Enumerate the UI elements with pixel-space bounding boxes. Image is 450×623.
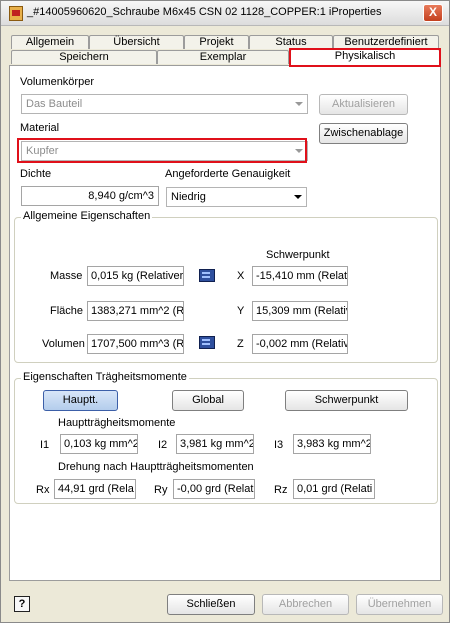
i2-field[interactable]: 3,981 kg mm^2 [176,434,254,454]
abbrechen-button[interactable]: Abbrechen [262,594,349,615]
calculator-icon[interactable] [199,269,215,282]
app-icon [9,6,23,21]
genauigkeit-label: Angeforderte Genauigkeit [165,168,291,180]
volumen-value: 1707,500 mm^3 (R [91,338,184,350]
tab-status[interactable]: Status [249,35,333,49]
masse-label: Masse [50,270,83,282]
hauptt-button[interactable]: Hauptt. [43,390,118,411]
z-value: -0,002 mm (Relativ [256,338,348,350]
drehung-label: Drehung nach Hauptträgheitsmomenten [58,461,254,473]
ry-field[interactable]: -0,00 grd (Relat [173,479,255,499]
iproperties-dialog: _#14005960620_Schraube M6x45 CSN 02 1128… [0,0,450,623]
schwerpunkt-z-field[interactable]: -0,002 mm (Relativ [252,334,348,354]
dichte-label: Dichte [20,168,52,180]
rz-field[interactable]: 0,01 grd (Relati [293,479,375,499]
help-button[interactable]: ? [14,596,30,612]
rx-label: Rx [36,484,50,496]
volumen-label: Volumen [42,338,85,350]
i3-value: 3,983 kg mm^2 [297,438,371,450]
y-label: Y [237,305,245,317]
global-button[interactable]: Global [172,390,244,411]
chevron-down-icon [294,195,302,199]
i3-field[interactable]: 3,983 kg mm^2 [293,434,371,454]
x-value: -15,410 mm (Relati [256,270,348,282]
schwerpunkt-button[interactable]: Schwerpunkt [285,390,408,411]
material-label: Material [20,122,60,134]
i1-value: 0,103 kg mm^2 [64,438,138,450]
tab-benutzerdefiniert[interactable]: Benutzerdefiniert [333,35,439,49]
traegheitsmomente-title: Eigenschaften Trägheitsmomente [21,371,189,383]
uebernehmen-button[interactable]: Übernehmen [356,594,443,615]
tab-uebersicht[interactable]: Übersicht [89,35,184,49]
tab-speichern[interactable]: Speichern [11,50,157,64]
highlight-material [17,138,307,163]
i2-label: I2 [158,439,168,451]
calculator-icon[interactable] [199,336,215,349]
rx-value: 44,91 grd (Rela [58,483,134,495]
genauigkeit-select[interactable]: Niedrig [166,187,307,207]
rz-value: 0,01 grd (Relati [297,483,373,495]
volumenkoerper-label: Volumenkörper [20,76,94,88]
highlight-physikalisch-tab [289,48,441,67]
rx-field[interactable]: 44,91 grd (Rela [54,479,136,499]
tab-exemplar[interactable]: Exemplar [157,50,289,64]
hauptmomente-label: Hauptträgheitsmomente [58,417,176,429]
tab-projekt[interactable]: Projekt [184,35,249,49]
flaeche-field[interactable]: 1383,271 mm^2 (R [87,301,184,321]
dichte-value: 8,940 g/cm^3 [88,190,154,202]
schliessen-button[interactable]: Schließen [167,594,255,615]
schwerpunkt-label: Schwerpunkt [266,249,330,261]
zwischenablage-button[interactable]: Zwischenablage [319,123,408,144]
y-value: 15,309 mm (Relativ [256,305,348,317]
i1-field[interactable]: 0,103 kg mm^2 [60,434,138,454]
ry-label: Ry [154,484,168,496]
volumenkoerper-select[interactable]: Das Bauteil [21,94,308,114]
volumen-field[interactable]: 1707,500 mm^3 (R [87,334,184,354]
ry-value: -0,00 grd (Relat [177,483,254,495]
i1-label: I1 [40,439,50,451]
volumenkoerper-value: Das Bauteil [26,98,83,110]
masse-field[interactable]: 0,015 kg (Relativer [87,266,184,286]
chevron-down-icon [295,102,303,106]
tab-allgemein[interactable]: Allgemein [11,35,89,49]
allgemeine-eigenschaften-title: Allgemeine Eigenschaften [21,210,153,222]
physikalisch-panel: Volumenkörper Das Bauteil Aktualisieren … [9,65,441,581]
i2-value: 3,981 kg mm^2 [180,438,254,450]
schwerpunkt-y-field[interactable]: 15,309 mm (Relativ [252,301,348,321]
rz-label: Rz [274,484,288,496]
flaeche-label: Fläche [50,305,84,317]
close-button[interactable]: X [423,4,443,22]
z-label: Z [237,338,244,350]
masse-value: 0,015 kg (Relativer [91,270,184,282]
title-bar: _#14005960620_Schraube M6x45 CSN 02 1128… [1,1,449,26]
window-title: _#14005960620_Schraube M6x45 CSN 02 1128… [27,6,382,18]
i3-label: I3 [274,439,284,451]
schwerpunkt-x-field[interactable]: -15,410 mm (Relati [252,266,348,286]
genauigkeit-value: Niedrig [171,191,206,203]
flaeche-value: 1383,271 mm^2 (R [91,305,184,317]
aktualisieren-button[interactable]: Aktualisieren [319,94,408,115]
x-label: X [237,270,245,282]
dichte-field[interactable]: 8,940 g/cm^3 [21,186,159,206]
